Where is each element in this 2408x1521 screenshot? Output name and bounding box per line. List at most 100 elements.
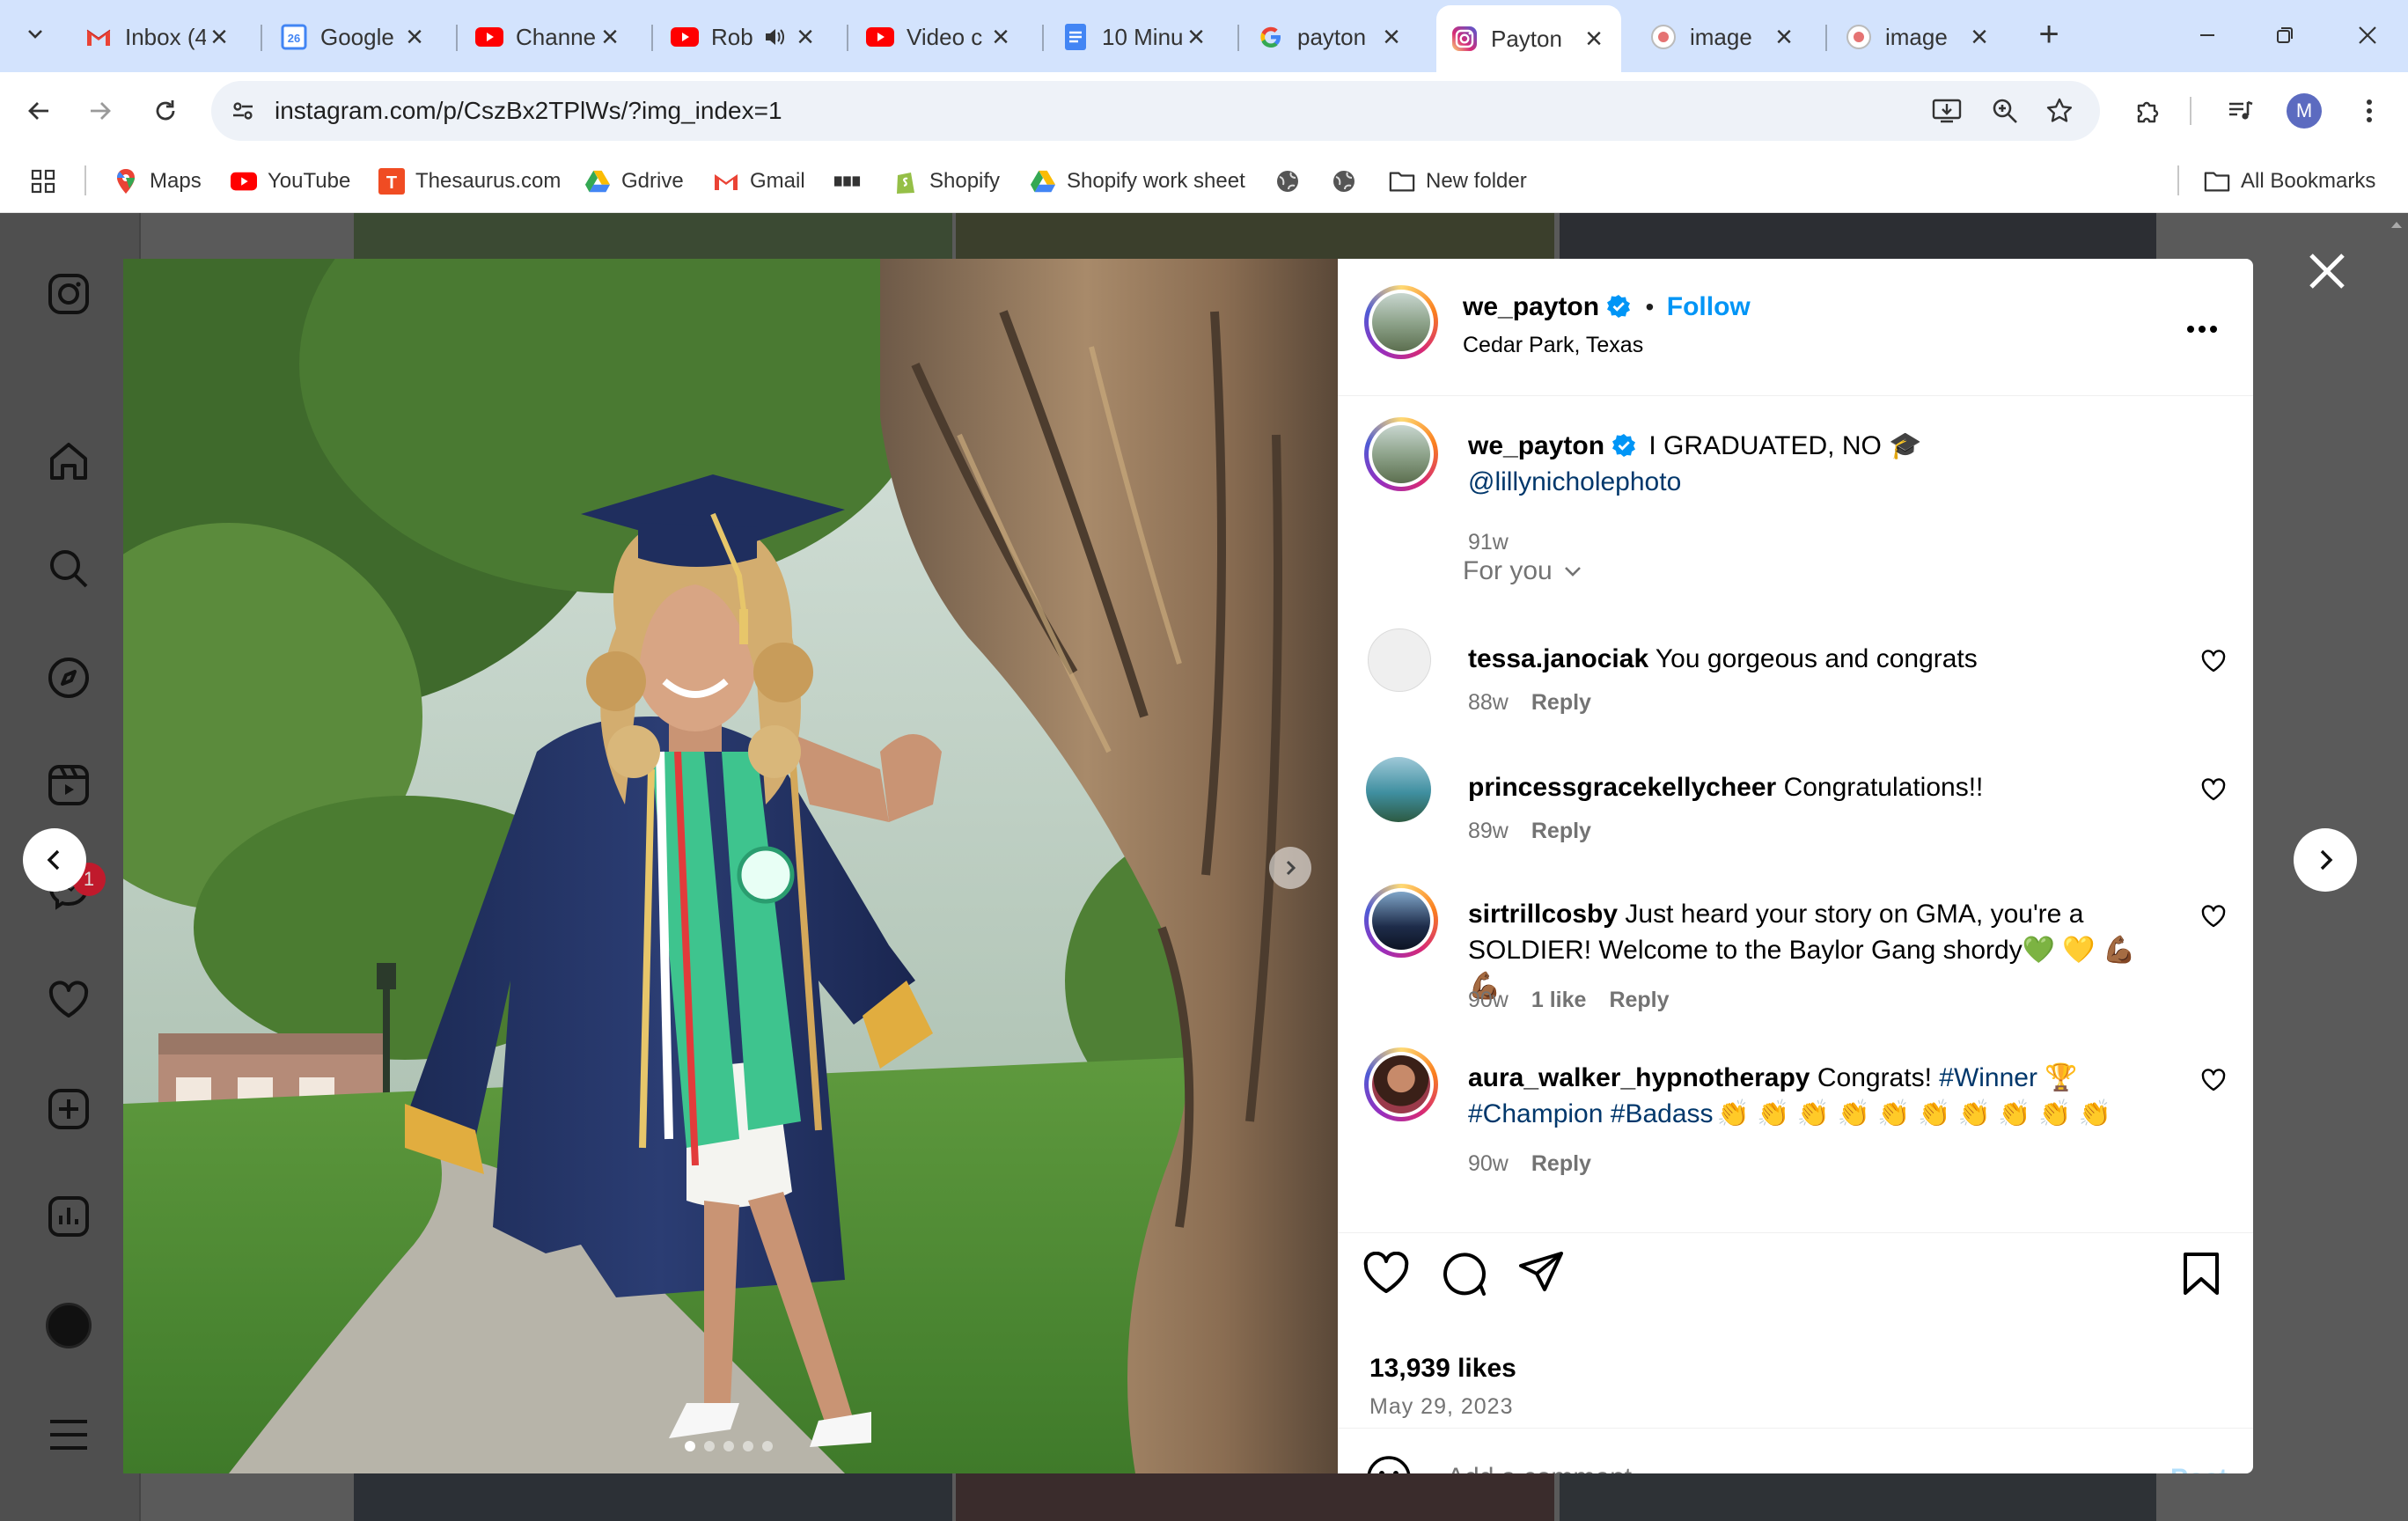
- bookmark-gmail[interactable]: Gmail: [713, 162, 805, 201]
- emoji-picker-button[interactable]: [1364, 1453, 1413, 1473]
- like-button[interactable]: [1361, 1248, 1412, 1299]
- caption-age[interactable]: 91w: [1468, 530, 1509, 555]
- home-icon[interactable]: [44, 437, 93, 486]
- commenter-avatar[interactable]: [1364, 884, 1438, 958]
- like-comment-heart-icon[interactable]: [2200, 1067, 2227, 1093]
- hashtag-link[interactable]: #Champion #Badass: [1468, 1099, 1714, 1128]
- site-info-icon[interactable]: [224, 92, 262, 130]
- tab-youtube-video[interactable]: Video c ×: [852, 12, 1028, 62]
- bookmark-shopify-work-sheet[interactable]: Shopify work sheet: [1030, 162, 1245, 201]
- url-text[interactable]: instagram.com/p/CszBx2TPlWs/?img_index=1: [275, 97, 782, 125]
- comment-age[interactable]: 90w: [1468, 988, 1509, 1012]
- like-comment-heart-icon[interactable]: [2200, 776, 2227, 803]
- previous-post-button[interactable]: [23, 828, 86, 892]
- address-bar[interactable]: instagram.com/p/CszBx2TPlWs/?img_index=1: [211, 81, 2100, 141]
- author-avatar[interactable]: [1364, 285, 1438, 359]
- bookmark-bbc[interactable]: [834, 162, 871, 201]
- extensions-button[interactable]: [2128, 92, 2167, 130]
- comment-username[interactable]: tessa.janociak: [1468, 644, 1648, 673]
- author-avatar[interactable]: [1364, 417, 1438, 491]
- photo-next-arrow-icon[interactable]: [1269, 847, 1311, 889]
- notifications-heart-icon[interactable]: [44, 975, 93, 1025]
- share-button[interactable]: [1516, 1248, 1567, 1299]
- author-username[interactable]: we_payton: [1463, 292, 1599, 321]
- comment-username[interactable]: sirtrillcosby: [1468, 900, 1618, 929]
- save-button[interactable]: [2176, 1248, 2227, 1299]
- install-app-icon[interactable]: [1927, 92, 1966, 130]
- commenter-avatar[interactable]: [1364, 1047, 1438, 1121]
- apps-button[interactable]: [30, 162, 56, 201]
- comments-sort-dropdown[interactable]: For you: [1463, 556, 1584, 586]
- close-tab-icon[interactable]: ×: [401, 22, 428, 52]
- tab-google-search[interactable]: payton ×: [1243, 12, 1419, 62]
- commenter-avatar[interactable]: [1366, 757, 1431, 822]
- tab-gmail[interactable]: Inbox (4 ×: [70, 12, 246, 62]
- back-button[interactable]: [19, 92, 58, 130]
- close-tab-icon[interactable]: ×: [792, 22, 819, 52]
- media-controls-button[interactable]: [2221, 92, 2260, 130]
- close-tab-icon[interactable]: ×: [597, 22, 623, 52]
- tab-instagram-active[interactable]: Payton ×: [1436, 5, 1621, 72]
- post-image[interactable]: [123, 259, 1338, 1473]
- reload-button[interactable]: [146, 92, 185, 130]
- chrome-menu-button[interactable]: [2350, 92, 2389, 130]
- tab-google-docs[interactable]: 10 Minu ×: [1047, 12, 1223, 62]
- bookmark-thesaurus[interactable]: T Thesaurus.com: [378, 162, 561, 201]
- speaker-icon[interactable]: [762, 25, 787, 49]
- bookmark-youtube[interactable]: YouTube: [231, 162, 350, 201]
- commenter-avatar[interactable]: [1368, 628, 1431, 692]
- forward-button[interactable]: [81, 92, 120, 130]
- likes-count[interactable]: 13,939 likes: [1369, 1354, 1516, 1384]
- reply-button[interactable]: Reply: [1531, 1151, 1591, 1176]
- post-options-button[interactable]: [2181, 308, 2223, 350]
- comment-age[interactable]: 90w: [1468, 1151, 1509, 1176]
- like-comment-heart-icon[interactable]: [2200, 648, 2227, 674]
- tab-image-2[interactable]: image ×: [1831, 12, 2007, 62]
- tab-youtube-rob[interactable]: Rob ×: [657, 12, 833, 62]
- comment-button[interactable]: [1438, 1248, 1489, 1299]
- post-comment-button[interactable]: Post: [2170, 1464, 2228, 1473]
- comment-username[interactable]: aura_walker_hypnotherapy: [1468, 1063, 1810, 1092]
- tab-google-calendar[interactable]: 26 Google ×: [266, 12, 442, 62]
- zoom-icon[interactable]: [1986, 92, 2024, 130]
- create-icon[interactable]: [44, 1084, 93, 1134]
- tab-search-dropdown[interactable]: [14, 12, 56, 55]
- new-tab-button[interactable]: +: [2031, 17, 2067, 53]
- close-tab-icon[interactable]: ×: [206, 22, 232, 52]
- tab-image-1[interactable]: image ×: [1635, 12, 1811, 62]
- explore-icon[interactable]: [44, 653, 93, 702]
- post-location[interactable]: Cedar Park, Texas: [1463, 333, 1643, 358]
- instagram-logo-icon[interactable]: [44, 269, 93, 319]
- follow-button[interactable]: Follow: [1667, 292, 1751, 321]
- all-bookmarks-button[interactable]: All Bookmarks: [2204, 162, 2375, 201]
- next-post-button[interactable]: [2294, 828, 2357, 892]
- more-menu-icon[interactable]: [44, 1410, 93, 1459]
- comment-age[interactable]: 88w: [1468, 690, 1509, 715]
- bookmark-gdrive[interactable]: Gdrive: [584, 162, 684, 201]
- close-tab-icon[interactable]: ×: [1581, 24, 1607, 54]
- bookmark-shopify[interactable]: Shopify: [892, 162, 1000, 201]
- bookmark-new-folder[interactable]: New folder: [1389, 162, 1527, 201]
- comment-age[interactable]: 89w: [1468, 819, 1509, 843]
- reply-button[interactable]: Reply: [1609, 988, 1669, 1012]
- profile-button[interactable]: M: [2285, 92, 2324, 130]
- like-comment-heart-icon[interactable]: [2200, 903, 2227, 930]
- profile-avatar-icon[interactable]: [44, 1301, 93, 1350]
- hashtag-link[interactable]: #Winner: [1939, 1063, 2037, 1092]
- page-scrollbar[interactable]: [2385, 213, 2408, 1521]
- reply-button[interactable]: Reply: [1531, 819, 1591, 843]
- caption-mention-link[interactable]: @lillynicholephoto: [1468, 467, 1681, 496]
- search-icon[interactable]: [44, 544, 93, 593]
- comment-input[interactable]: [1447, 1451, 2116, 1473]
- post-date[interactable]: May 29, 2023: [1369, 1394, 1514, 1420]
- caption-username[interactable]: we_payton: [1468, 431, 1604, 460]
- close-tab-icon[interactable]: ×: [1183, 22, 1209, 52]
- comment-likes[interactable]: 1 like: [1531, 988, 1587, 1012]
- close-modal-icon[interactable]: [2302, 246, 2352, 296]
- dashboard-icon[interactable]: [44, 1192, 93, 1241]
- minimize-button[interactable]: [2181, 16, 2234, 55]
- comments-scroll-area[interactable]: aura_walker_hypnotherapy Congrats! #Winn…: [1338, 1033, 2253, 1218]
- scroll-up-arrow-icon[interactable]: [2385, 215, 2408, 234]
- close-tab-icon[interactable]: ×: [1771, 22, 1797, 52]
- bookmark-maps[interactable]: Maps: [113, 162, 202, 201]
